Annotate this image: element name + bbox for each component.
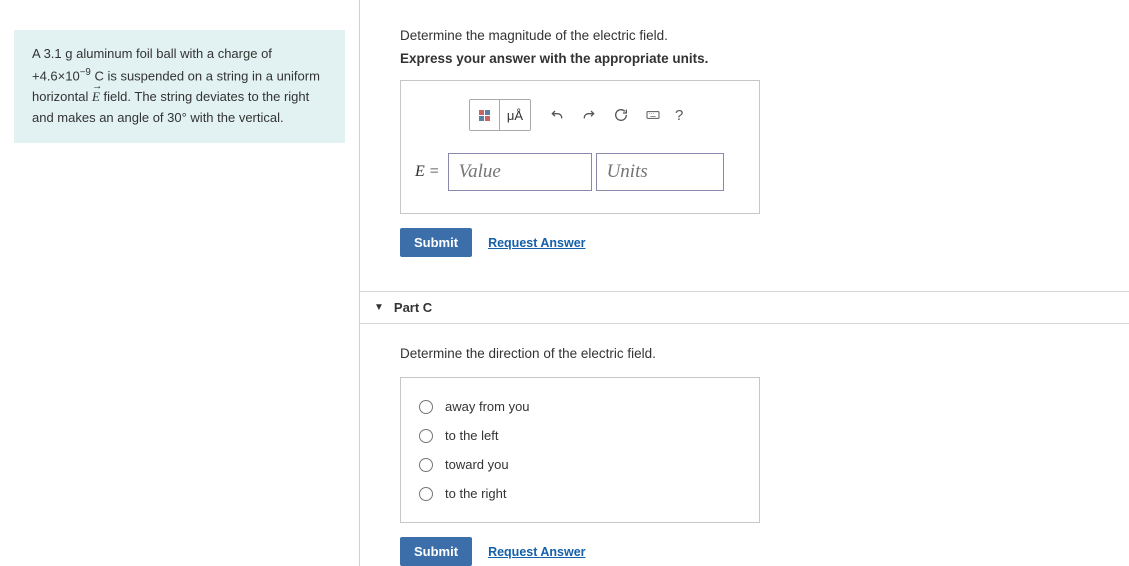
option-label: to the left (445, 428, 498, 443)
undo-icon (549, 107, 565, 123)
partc-options-box: away from you to the left toward you to … (400, 377, 760, 523)
units-input[interactable] (596, 153, 724, 191)
option-away[interactable]: away from you (419, 392, 741, 421)
radio-toward[interactable] (419, 458, 433, 472)
partb-instruction-2: Express your answer with the appropriate… (400, 51, 1129, 66)
problem-exponent: −9 (80, 67, 91, 78)
submit-button[interactable]: Submit (400, 228, 472, 257)
radio-away[interactable] (419, 400, 433, 414)
option-label: toward you (445, 457, 509, 472)
option-toward[interactable]: toward you (419, 450, 741, 479)
undo-button[interactable] (544, 102, 570, 128)
reset-button[interactable] (608, 102, 634, 128)
redo-button[interactable] (576, 102, 602, 128)
reset-icon (613, 107, 629, 123)
radio-right[interactable] (419, 487, 433, 501)
problem-statement: A 3.1 g aluminum foil ball with a charge… (14, 30, 345, 143)
units-button[interactable]: μÅ (500, 100, 530, 130)
variable-label: E = (415, 163, 448, 181)
value-input[interactable] (448, 153, 592, 191)
answer-toolbar: μÅ ? (415, 99, 745, 131)
partb-instruction-1: Determine the magnitude of the electric … (400, 28, 1129, 43)
caret-down-icon: ▼ (374, 302, 384, 313)
partc-instruction: Determine the direction of the electric … (400, 346, 1129, 361)
radio-left[interactable] (419, 429, 433, 443)
redo-icon (581, 107, 597, 123)
tool-group: μÅ (469, 99, 531, 131)
keyboard-button[interactable] (640, 102, 666, 128)
partb-actions: Submit Request Answer (400, 228, 1129, 257)
keyboard-icon (645, 107, 661, 123)
partb-answer-box: μÅ ? E = (400, 80, 760, 214)
vector-e: E (92, 87, 100, 108)
partc-header[interactable]: ▼ Part C (360, 291, 1129, 324)
problem-sidebar: A 3.1 g aluminum foil ball with a charge… (0, 0, 360, 566)
request-answer-link[interactable]: Request Answer (488, 236, 585, 250)
help-button[interactable]: ? (675, 107, 683, 124)
submit-button[interactable]: Submit (400, 537, 472, 566)
request-answer-link[interactable]: Request Answer (488, 545, 585, 559)
input-row: E = (415, 153, 745, 191)
option-left[interactable]: to the left (419, 421, 741, 450)
partc-actions: Submit Request Answer (400, 537, 1129, 566)
option-label: away from you (445, 399, 530, 414)
templates-button[interactable] (470, 100, 500, 130)
option-right[interactable]: to the right (419, 479, 741, 508)
templates-icon (479, 110, 490, 121)
answer-area: Determine the magnitude of the electric … (360, 0, 1129, 566)
partc-title: Part C (394, 300, 432, 315)
option-label: to the right (445, 486, 506, 501)
